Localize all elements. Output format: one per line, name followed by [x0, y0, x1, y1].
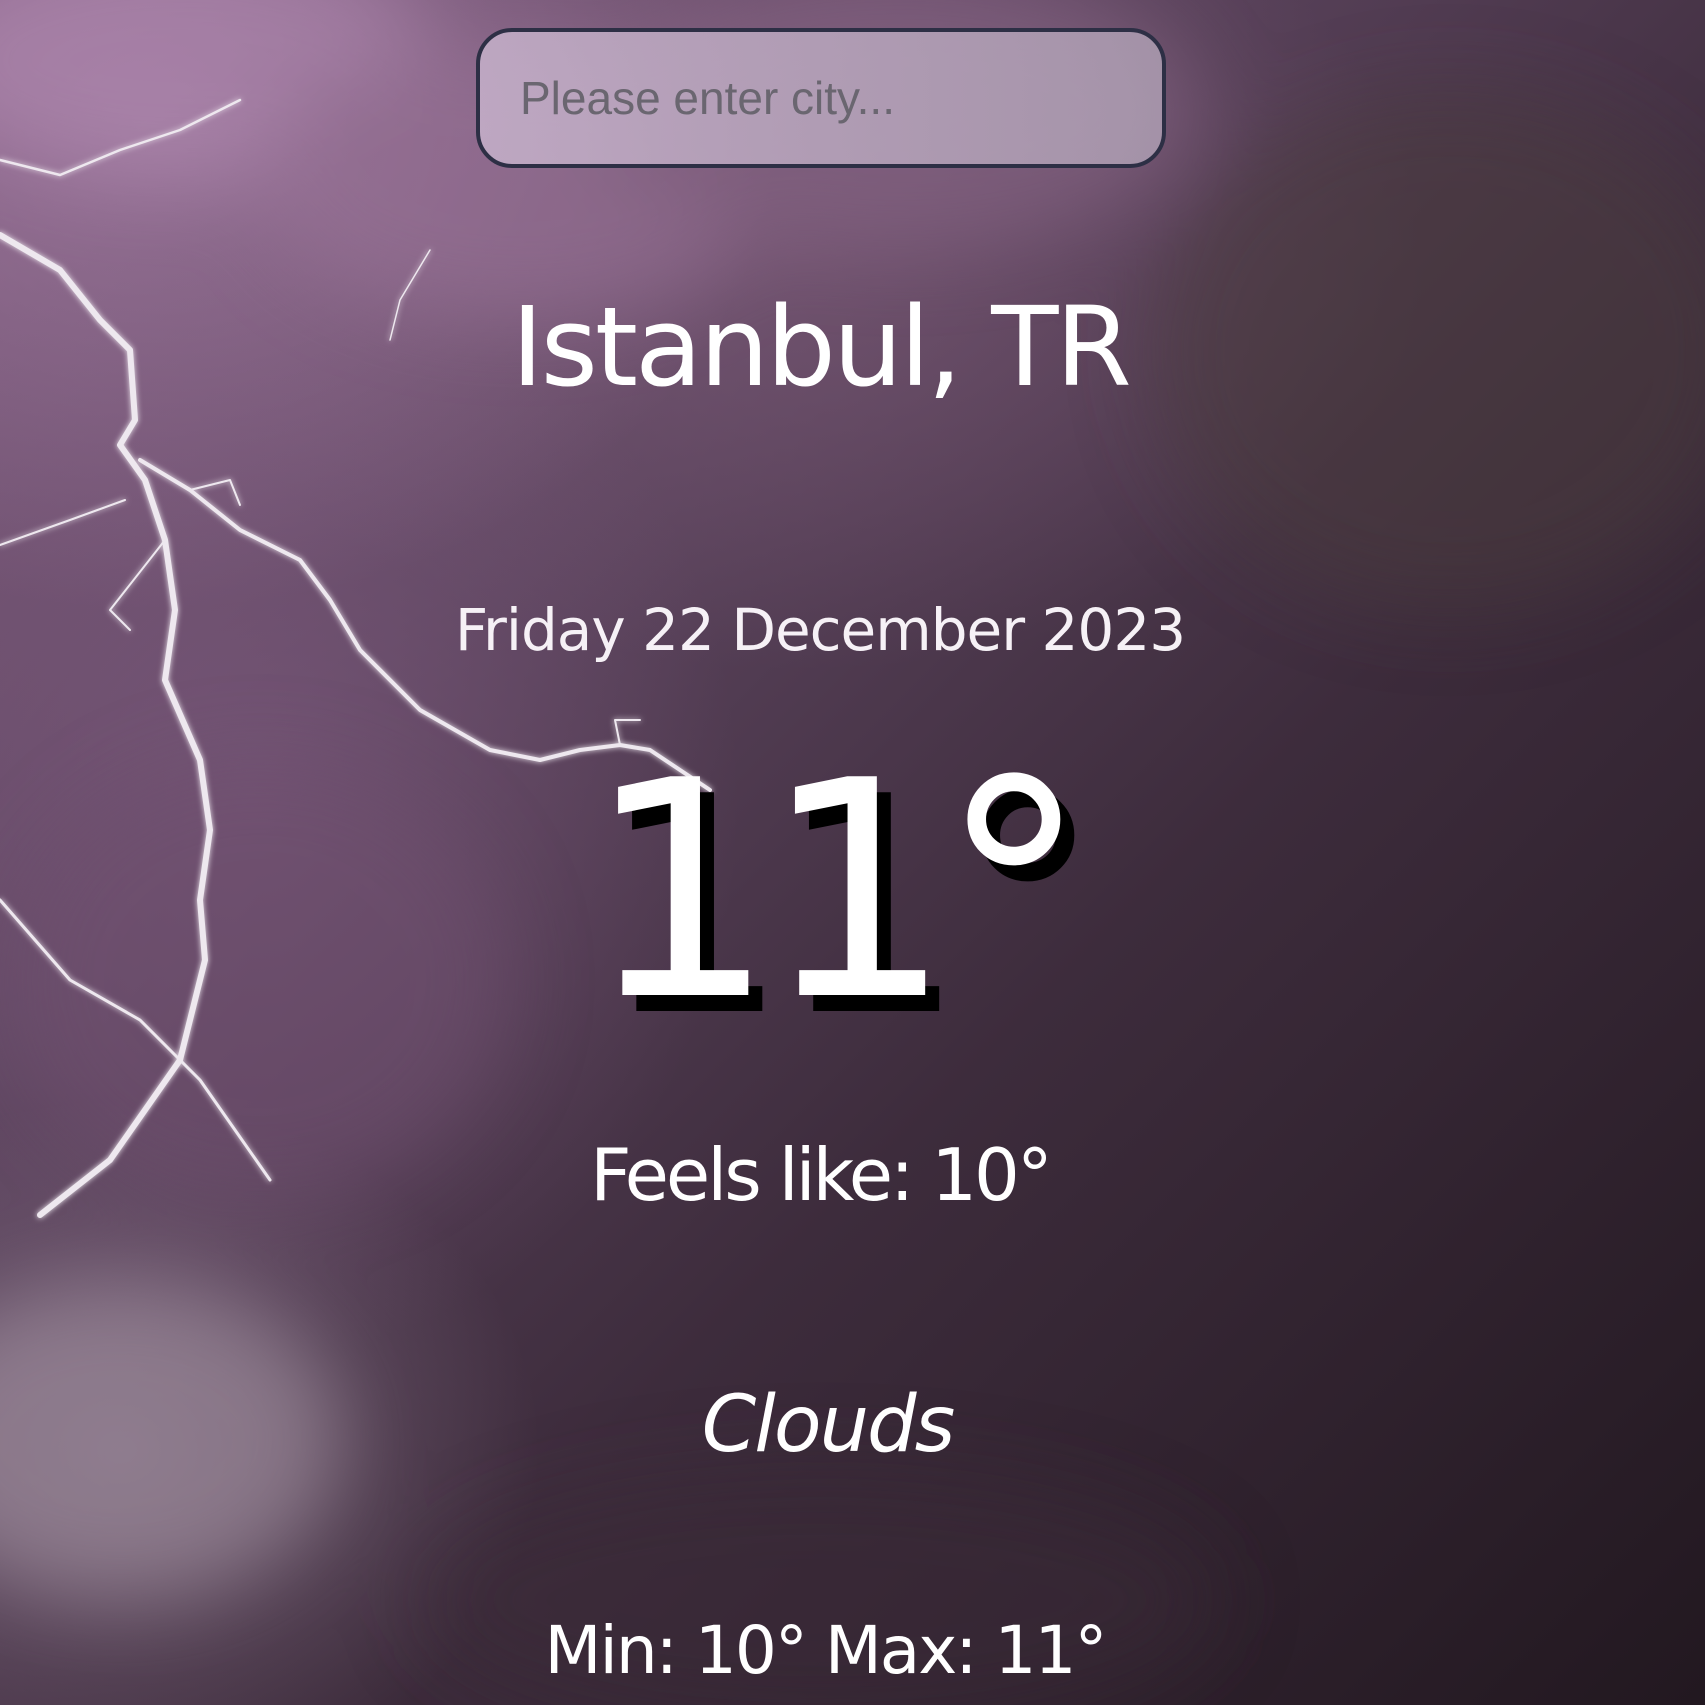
- current-date: Friday 22 December 2023: [454, 596, 1186, 664]
- min-max-temperature: Min: 10° Max: 11°: [544, 1612, 1108, 1689]
- weather-app: Istanbul, TR Friday 22 December 2023 11°…: [0, 0, 1705, 1705]
- current-temperature: 11°: [585, 717, 1089, 1066]
- weather-panel: Istanbul, TR Friday 22 December 2023 11°…: [0, 0, 1705, 1705]
- feels-like-temperature: Feels like: 10°: [590, 1133, 1053, 1217]
- location-title: Istanbul, TR: [511, 283, 1132, 411]
- weather-condition: Clouds: [701, 1380, 955, 1470]
